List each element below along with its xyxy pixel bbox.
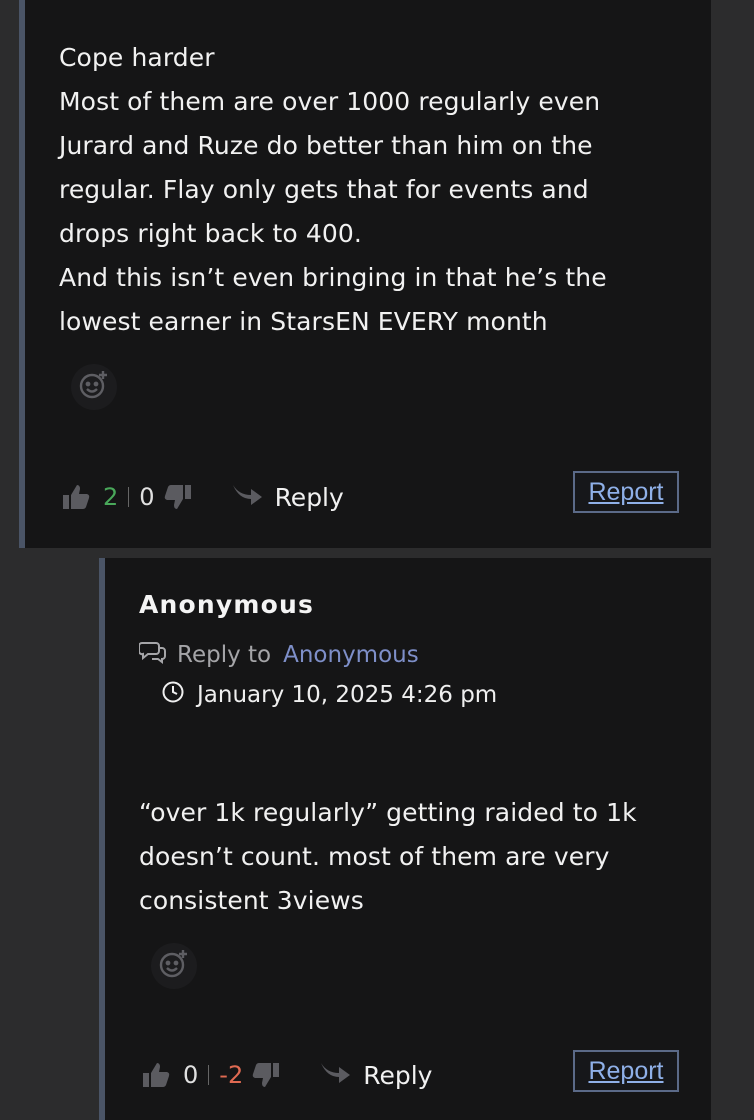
vote-bar: 2 0 Reply [59,477,344,517]
reply-to-label: Reply to [177,642,272,668]
reply-to-author-link[interactable]: Anonymous [283,642,419,668]
upvote-count: 0 [183,1061,199,1089]
downvote-count: -2 [219,1061,244,1089]
vote-bar: 0 -2 Reply [139,1055,432,1095]
reply-comment-card: Anonymous Reply to Anonymous January 10,… [99,558,711,1120]
comment-paragraph: Cope harder [59,43,215,72]
comment-date: January 10, 2025 4:26 pm [161,680,497,710]
report-link[interactable]: Report [573,1050,679,1092]
thumbs-down-icon[interactable] [161,480,195,514]
comment-paragraph: “over 1k regularly” getting raided to 1k… [139,798,637,915]
add-reaction-button[interactable] [71,364,117,410]
comment-author: Anonymous [139,590,315,619]
add-reaction-icon [77,368,111,406]
upvote-count: 2 [103,483,119,511]
add-reaction-button[interactable] [151,943,197,989]
reply-to-line: Reply to Anonymous [138,640,419,670]
reply-arrow-icon [231,481,275,513]
reply-button[interactable]: Reply [231,481,344,513]
thumbs-down-icon[interactable] [249,1058,283,1092]
clock-icon [161,680,197,710]
add-reaction-icon [157,947,191,985]
reply-button[interactable]: Reply [319,1059,432,1091]
comment-paragraph: And this isn’t even bringing in that he’… [59,263,607,336]
speech-bubbles-icon [138,640,177,670]
date-text: January 10, 2025 4:26 pm [197,682,498,708]
comment-card: Cope harder Most of them are over 1000 r… [19,0,711,548]
vote-divider [208,1065,210,1085]
reply-label: Reply [274,482,344,512]
reply-label: Reply [363,1060,433,1090]
vote-divider [128,487,130,507]
reply-arrow-icon [319,1059,363,1091]
thumbs-up-icon[interactable] [139,1058,173,1092]
downvote-count: 0 [139,483,155,511]
thumbs-up-icon[interactable] [59,480,93,514]
report-link[interactable]: Report [573,471,679,513]
comment-body: “over 1k regularly” getting raided to 1k… [139,791,699,923]
comment-body: Cope harder Most of them are over 1000 r… [59,36,659,344]
comment-paragraph: Most of them are over 1000 regularly eve… [59,87,601,248]
